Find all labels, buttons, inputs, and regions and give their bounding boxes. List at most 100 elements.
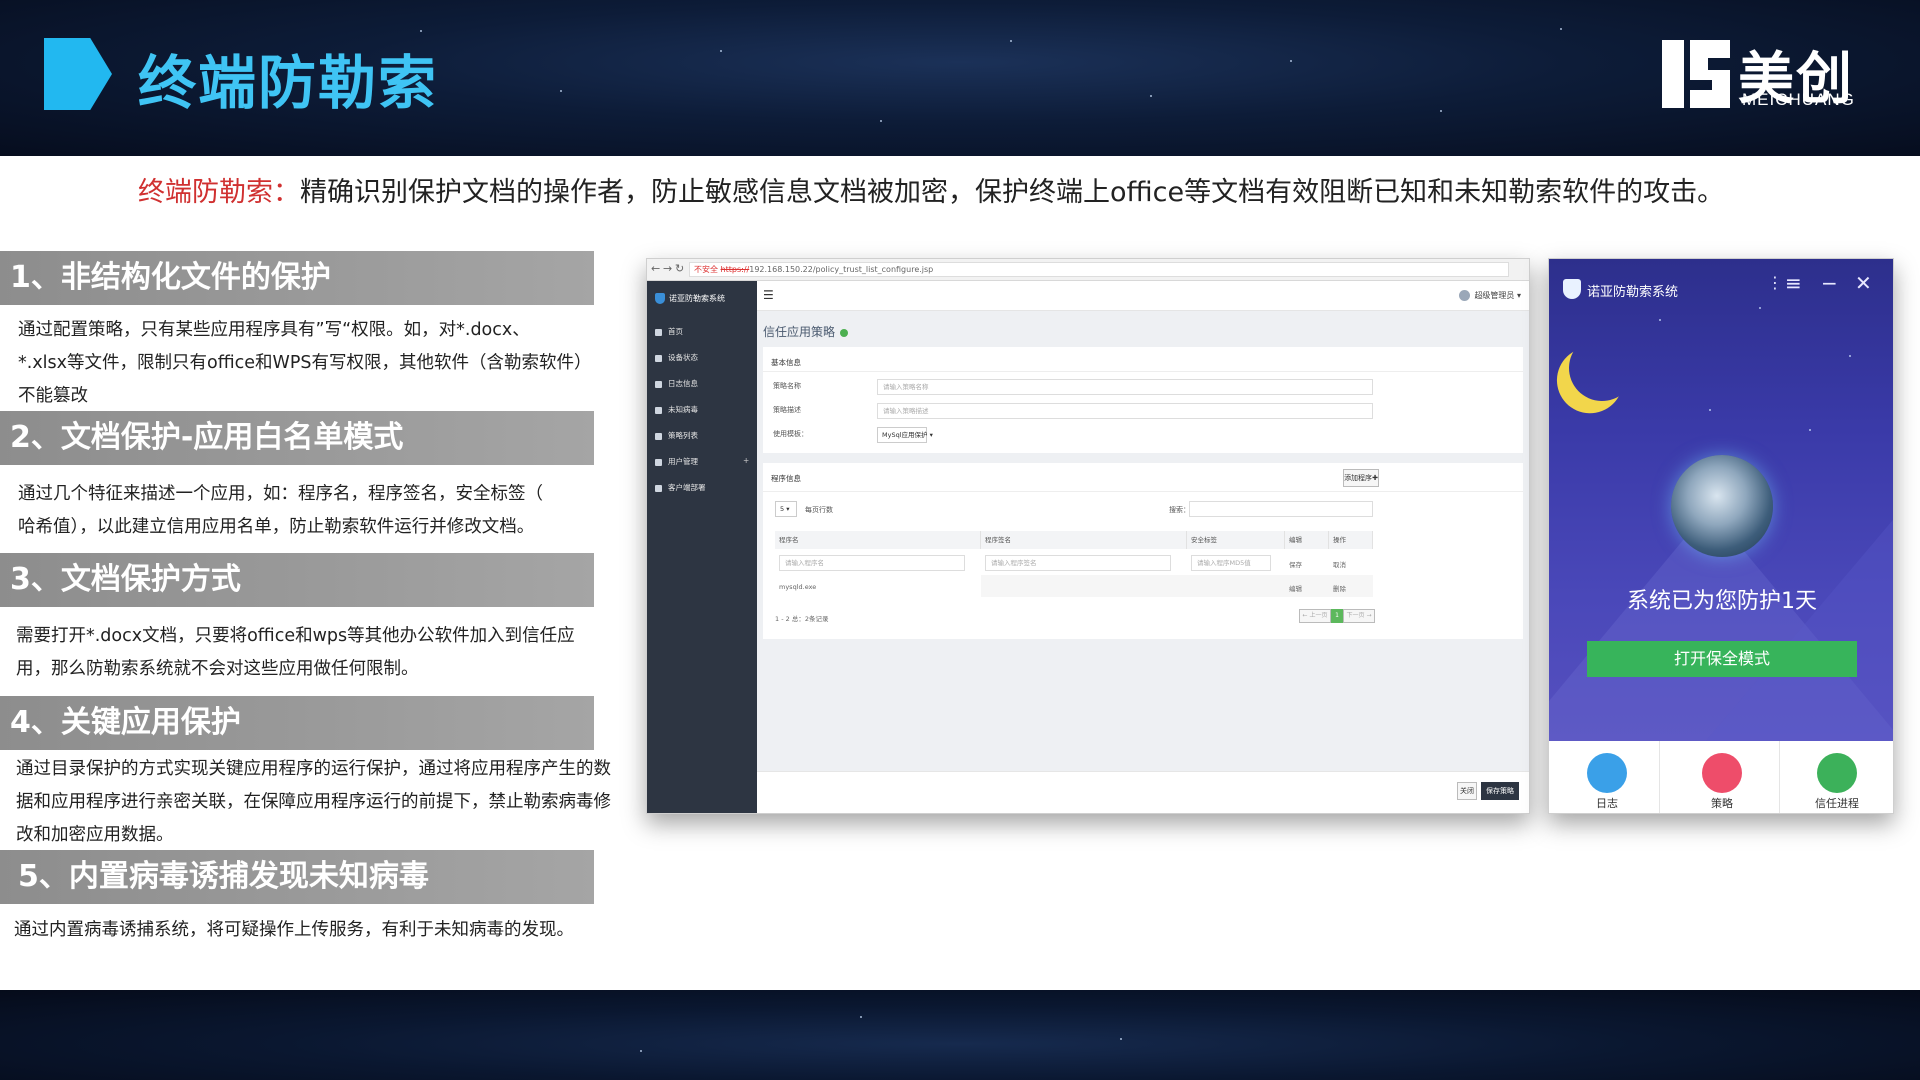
sidebar-item-label: 策略列表 — [668, 431, 698, 440]
minimize-icon[interactable]: − — [1821, 271, 1838, 295]
intro-lead: 终端防勒索： — [138, 177, 300, 208]
prev-page-button[interactable]: ← 上一页 — [1299, 609, 1331, 623]
col-program-signature[interactable]: 程序签名 — [981, 531, 1187, 549]
header-band: 终端防勒索 美创 MEICHUANG — [0, 0, 1920, 156]
sidebar-item-client-deploy[interactable]: 客户端部署 — [655, 482, 706, 493]
tab-strategy-label: 策略 — [1711, 797, 1733, 810]
user-menu[interactable]: 超级管理员 ▾ — [1459, 290, 1521, 301]
close-button[interactable]: 关闭 — [1457, 782, 1477, 800]
open-safe-mode-button[interactable]: 打开保全模式 — [1587, 641, 1857, 677]
tab-strategy[interactable]: 策略 — [1682, 753, 1762, 811]
logo-text-en: MEICHUANG — [1742, 90, 1855, 109]
home-icon — [655, 328, 662, 336]
section-5-title: 5、内置病毒诱捕发现未知病毒 — [0, 850, 594, 904]
tab-trust-process[interactable]: 信任进程 — [1797, 753, 1877, 811]
policy-page-title-text: 信任应用策略 — [763, 325, 836, 339]
filter-cancel-link[interactable]: 取消 — [1333, 559, 1346, 569]
sidebar-item-label: 客户端部署 — [668, 483, 706, 492]
col-security-label[interactable]: 安全标签 — [1187, 531, 1285, 549]
tab-trust-process-label: 信任进程 — [1815, 797, 1859, 810]
policy-name-input[interactable]: 请输入策略名称 — [877, 379, 1373, 395]
program-info-card: 程序信息 添加程序✚ 5 ▾ 每页行数 搜索： 程序名 程序签名 安全标签 编辑… — [763, 463, 1523, 639]
strategy-icon — [1702, 753, 1742, 793]
avatar — [1459, 290, 1471, 301]
sidebar-item-home[interactable]: 首页 — [655, 326, 683, 337]
sidebar-item-unknown-virus[interactable]: 未知病毒 — [655, 404, 698, 415]
col-edit: 编辑 — [1285, 531, 1329, 549]
section-4-text: 通过目录保护的方式实现关键应用程序的运行保护，通过将应用程序产生的数 据和应用程… — [16, 753, 626, 852]
user-icon — [655, 458, 662, 466]
tab-log[interactable]: 日志 — [1567, 753, 1647, 811]
section-5-line: 通过内置病毒诱捕系统，将可疑操作上传服务，有利于未知病毒的发现。 — [14, 920, 574, 940]
filter-program-name[interactable]: 请输入程序名 — [779, 555, 965, 571]
url-text: 192.168.150.22/policy_trust_list_configu… — [749, 265, 934, 274]
moon-icon — [1564, 330, 1640, 406]
reload-icon[interactable]: ↻ — [675, 262, 684, 275]
section-3-text: 需要打开*.docx文档，只要将office和wps等其他办公软件加入到信任应 … — [16, 620, 626, 686]
meichuang-logo-icon — [1662, 40, 1730, 108]
section-4-title: 4、关键应用保护 — [0, 696, 594, 750]
save-policy-button[interactable]: 保存策略 — [1481, 782, 1519, 800]
log-icon — [1587, 753, 1627, 793]
section-2-title: 2、文档保护-应用白名单模式 — [0, 411, 594, 465]
footer-band — [0, 990, 1920, 1080]
browser-screenshot: ← → ↻ 不安全 https://192.168.150.22/policy_… — [646, 258, 1530, 814]
menu-icon[interactable]: ☰ — [763, 288, 774, 302]
app-brand: 诺亚防勒索系统 — [655, 293, 725, 304]
meichuang-logo: 美创 MEICHUANG — [1660, 34, 1874, 114]
sidebar-item-policy-list[interactable]: 策略列表 — [655, 430, 698, 441]
row-delete-link[interactable]: 删除 — [1333, 583, 1346, 593]
section-2-text: 通过几个特征来描述一个应用，如：程序名，程序签名，安全标签（ 哈希值），以此建立… — [18, 478, 628, 544]
section-4-line: 通过目录保护的方式实现关键应用程序的运行保护，通过将应用程序产生的数 — [16, 759, 611, 779]
col-program-name[interactable]: 程序名 — [775, 531, 981, 549]
row-edit-link[interactable]: 编辑 — [1289, 583, 1302, 593]
forward-icon[interactable]: → — [663, 262, 672, 275]
filter-program-signature[interactable]: 请输入程序签名 — [985, 555, 1171, 571]
close-icon[interactable]: ✕ — [1855, 271, 1872, 295]
app-title: 诺亚防勒索系统 — [1587, 285, 1679, 300]
policy-desc-input[interactable]: 请输入策略描述 — [877, 403, 1373, 419]
app-hero: 诺亚防勒索系统 ⋮ ≡ − ✕ 系统已为您防护1天 打开保全模式 — [1549, 259, 1893, 741]
search-label: 搜索： — [1169, 506, 1190, 514]
page-1-button[interactable]: 1 — [1331, 609, 1343, 623]
app-main: 信任应用策略 基本信息 策略名称 请输入策略名称 策略描述 请输入策略描述 使用… — [757, 311, 1529, 813]
protection-status: 系统已为您防护1天 — [1627, 589, 1817, 614]
template-select[interactable]: MySql应用保护 ▾ — [877, 427, 933, 443]
section-1-line: *.xlsx等文件，限制只有office和WPS有写权限，其他软件（含勒索软件） — [18, 353, 592, 373]
section-3-line: 需要打开*.docx文档，只要将office和wps等其他办公软件加入到信任应 — [16, 626, 575, 646]
monitor-icon — [655, 354, 662, 362]
basic-info-card: 基本信息 策略名称 请输入策略名称 策略描述 请输入策略描述 使用模板： MyS… — [763, 347, 1523, 453]
next-page-button[interactable]: 下一页 → — [1343, 609, 1375, 623]
section-1-line: 通过配置策略，只有某些应用程序具有”写“权限。如，对*.docx、 — [18, 320, 530, 340]
sidebar-item-label: 未知病毒 — [668, 405, 698, 414]
section-1-title: 1、非结构化文件的保护 — [0, 251, 594, 305]
program-info-heading: 程序信息 — [771, 474, 801, 483]
trust-process-icon — [1817, 753, 1857, 793]
template-select-value: MySql应用保护 — [882, 431, 928, 439]
address-bar[interactable]: 不安全 https://192.168.150.22/policy_trust_… — [689, 262, 1509, 277]
app-screenshot: 诺亚防勒索系统 ⋮ ≡ − ✕ 系统已为您防护1天 打开保全模式 日志 策略 信… — [1548, 258, 1894, 814]
sidebar-item-device-status[interactable]: 设备状态 — [655, 352, 698, 363]
add-program-button[interactable]: 添加程序✚ — [1343, 469, 1379, 487]
help-icon[interactable] — [840, 328, 849, 337]
col-operation: 操作 — [1329, 531, 1373, 549]
expand-icon: + — [743, 456, 750, 465]
section-1-line: 不能篡改 — [18, 386, 88, 406]
sidebar-item-user-management[interactable]: 用户管理 + — [655, 456, 749, 467]
page-size-select[interactable]: 5 ▾ — [775, 501, 797, 517]
back-icon[interactable]: ← — [651, 262, 660, 275]
filter-security-label[interactable]: 请输入程序MD5值 — [1191, 555, 1271, 571]
app-topbar: ☰ 超级管理员 ▾ — [757, 281, 1529, 311]
sidebar-item-label: 日志信息 — [668, 379, 698, 388]
section-3-line: 用，那么防勒索系统就不会对这些应用做任何限制。 — [16, 659, 419, 679]
dots-icon[interactable]: ⋮ — [1767, 273, 1783, 292]
user-name: 超级管理员 — [1474, 291, 1515, 300]
section-2-line: 通过几个特征来描述一个应用，如：程序名，程序签名，安全标签（ — [18, 484, 543, 504]
search-input[interactable] — [1189, 501, 1373, 517]
title-chevron-icon — [44, 38, 112, 110]
sidebar-item-logs[interactable]: 日志信息 — [655, 378, 698, 389]
list-icon — [655, 432, 662, 440]
tab-log-label: 日志 — [1596, 797, 1618, 810]
filter-save-link[interactable]: 保存 — [1289, 559, 1302, 569]
menu-icon[interactable]: ≡ — [1785, 271, 1802, 295]
